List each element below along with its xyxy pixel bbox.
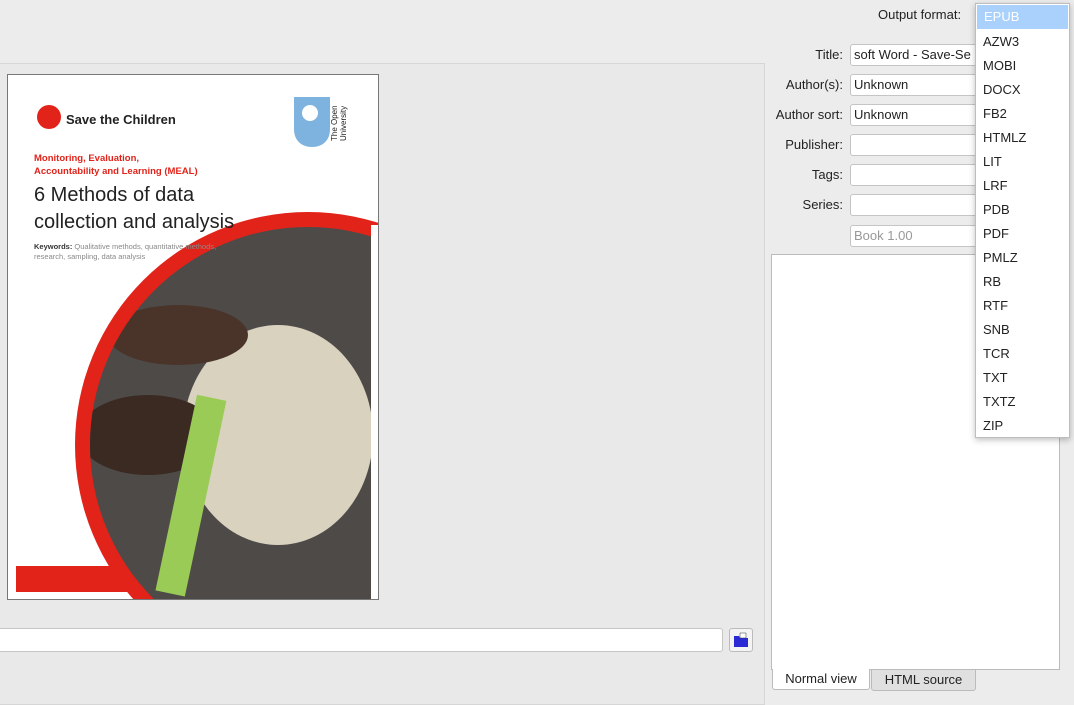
format-option[interactable]: PDB — [976, 198, 1069, 222]
save-the-children-logo — [37, 105, 61, 129]
tab-normal-view[interactable]: Normal view — [772, 669, 870, 690]
folder-icon — [734, 632, 748, 647]
tab-html-source[interactable]: HTML source — [871, 669, 976, 691]
format-option[interactable]: TXTZ — [976, 390, 1069, 414]
output-format-dropdown[interactable]: EPUB AZW3 MOBI DOCX FB2 HTMLZ LIT LRF PDB PDF PMLZ… — [975, 3, 1070, 438]
open-university-logo — [294, 97, 330, 147]
format-option[interactable]: RB — [976, 270, 1069, 294]
cover-path-input[interactable] — [0, 628, 723, 652]
format-option[interactable]: RTF — [976, 294, 1069, 318]
cover-title: 6 Methods of data collection and analysis — [34, 184, 235, 233]
output-format-label: Output format: — [878, 7, 962, 22]
format-option[interactable]: TCR — [976, 342, 1069, 366]
format-option[interactable]: PMLZ — [976, 246, 1069, 270]
tags-input[interactable] — [850, 164, 995, 186]
format-option[interactable]: LIT — [976, 150, 1069, 174]
publisher-input[interactable] — [850, 134, 995, 156]
format-option[interactable]: AZW3 — [976, 30, 1069, 54]
cover-preview: Save the Children The Open University Mo… — [7, 74, 379, 600]
browse-cover-button[interactable] — [729, 628, 753, 652]
series-index-input[interactable]: Book 1.00 — [850, 225, 995, 247]
series-input[interactable] — [850, 194, 995, 216]
cover-keywords: Keywords: Qualitative methods, quantitat… — [34, 242, 217, 261]
format-option[interactable]: HTMLZ — [976, 126, 1069, 150]
authors-input[interactable]: Unknown — [850, 74, 995, 96]
cover-university: The Open University — [330, 105, 348, 141]
format-option[interactable]: TXT — [976, 366, 1069, 390]
format-option[interactable]: EPUB — [977, 5, 1068, 29]
cover-subtitle: Monitoring, Evaluation, Accountability an… — [34, 153, 198, 177]
tags-label: Tags: — [811, 167, 843, 182]
authors-label: Author(s): — [785, 77, 843, 92]
series-label: Series: — [802, 197, 843, 212]
format-option[interactable]: DOCX — [976, 78, 1069, 102]
cover-brand: Save the Children — [66, 112, 176, 127]
author-sort-input[interactable]: Unknown — [850, 104, 995, 126]
format-option[interactable]: MOBI — [976, 54, 1069, 78]
author-sort-label: Author sort: — [775, 107, 843, 122]
title-input[interactable]: soft Word - Save-Se — [850, 44, 995, 66]
format-option[interactable]: PDF — [976, 222, 1069, 246]
format-option[interactable]: ZIP — [976, 414, 1069, 438]
publisher-label: Publisher: — [785, 137, 843, 152]
format-option[interactable]: SNB — [976, 318, 1069, 342]
format-option[interactable]: LRF — [976, 174, 1069, 198]
title-label: Title: — [815, 47, 843, 62]
format-option[interactable]: FB2 — [976, 102, 1069, 126]
